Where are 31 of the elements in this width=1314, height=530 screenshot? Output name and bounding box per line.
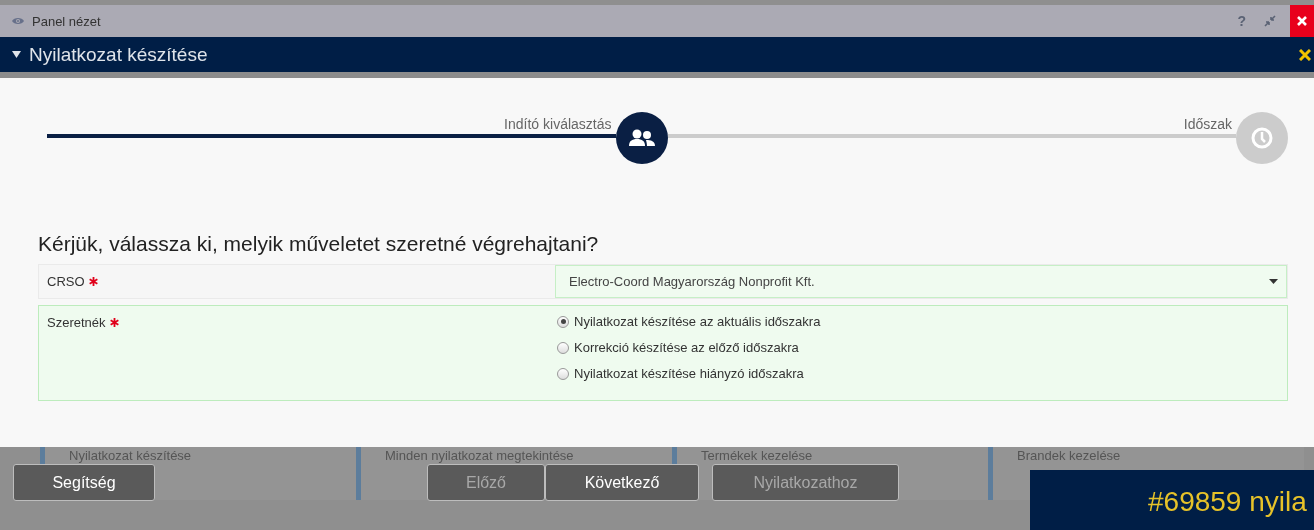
radio-option[interactable]: Nyilatkozat készítése az aktuális időszakra [557, 314, 821, 329]
radio-button[interactable] [557, 367, 569, 380]
step-label: Időszak [1183, 116, 1232, 132]
minimize-icon[interactable] [1264, 15, 1276, 27]
notice-banner: #69859 nyila [1030, 470, 1314, 530]
collapse-icon[interactable] [12, 51, 21, 58]
step-indicator[interactable] [615, 112, 668, 164]
clock-icon [1251, 127, 1273, 149]
radio-button[interactable] [557, 315, 569, 328]
close-icon[interactable] [1299, 48, 1311, 61]
wizard-button[interactable]: Következő [545, 464, 699, 501]
tile-label: Minden nyilatkozat megtekintése [385, 448, 574, 463]
people-icon [628, 129, 655, 147]
field-label: Szeretnék [39, 306, 555, 400]
eye-icon [12, 17, 24, 25]
tile-label: Nyilatkozat készítése [69, 448, 192, 463]
radio-option[interactable]: Nyilatkozat készítése hiányzó időszakra [557, 366, 821, 381]
field-label: CRSO [39, 265, 555, 298]
crso-dropdown[interactable]: Electro-Coord Magyarország Nonprofit Kft. [555, 265, 1287, 298]
tile-label: Brandek kezelése [1017, 448, 1121, 463]
question-heading: Kérjük, válassza ki, melyik műveletet szeretné végrehajtani? [38, 232, 600, 256]
window-title: Panel nézet [32, 13, 101, 29]
radio-option[interactable]: Korrekció készítése az előző időszakra [557, 340, 821, 355]
close-icon [1297, 16, 1307, 26]
panel-title: Nyilatkozat készítése [29, 43, 208, 66]
tile-label: Termékek kezelése [701, 448, 813, 463]
close-button[interactable] [1290, 5, 1314, 37]
wizard-button[interactable]: Segítség [13, 464, 155, 501]
step-label: Indító kiválasztás [504, 116, 612, 132]
caret-icon [1269, 279, 1278, 284]
radio-button[interactable] [557, 341, 569, 354]
